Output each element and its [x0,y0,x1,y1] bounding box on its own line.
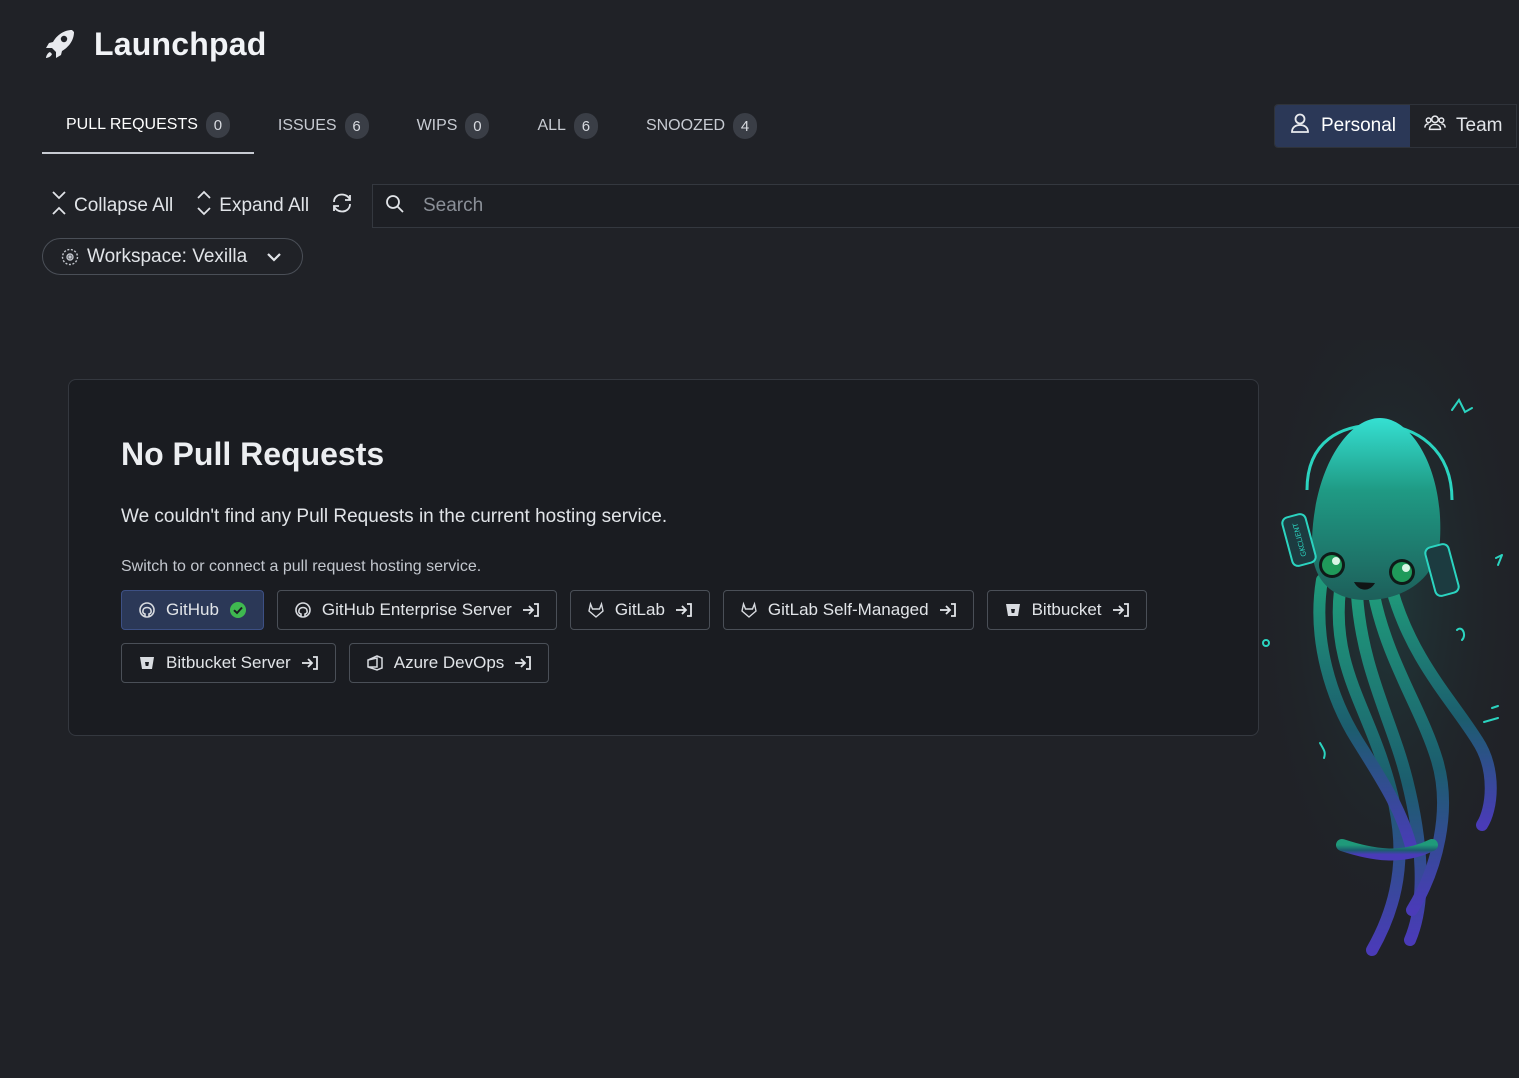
tab-label: ISSUES [277,117,337,134]
azure-devops-icon [366,654,384,672]
tab-label: ALL [537,117,566,134]
provider-azure-devops-button[interactable]: Azure DevOps [348,643,550,683]
team-label: Team [1456,115,1503,136]
view-toggle: Personal Team [1274,104,1518,148]
bitbucket-icon [138,654,156,672]
empty-state-card: No Pull Requests We couldn't find any Pu… [68,379,1259,736]
personal-label: Personal [1321,115,1396,136]
empty-state-title: No Pull Requests [121,436,385,472]
sign-in-icon [522,602,540,618]
collapse-icon [50,189,68,223]
collapse-all-button[interactable]: Collapse All [50,189,173,223]
toolbar: Collapse All Expand All [50,186,353,226]
provider-bitbucket-button[interactable]: Bitbucket [986,590,1147,630]
page-title: Launchpad [94,25,267,62]
sign-in-icon [1112,602,1130,618]
provider-gitlab-button[interactable]: GitLab [569,590,710,630]
workspace-selector[interactable]: Workspace: Vexilla [42,238,303,275]
provider-gitlab-self-managed-button[interactable]: GitLab Self-Managed [722,590,974,630]
provider-label: GitLab [614,600,665,619]
refresh-button[interactable] [331,192,353,220]
tab-count-badge: 6 [344,113,369,139]
chevron-down-icon [266,249,282,271]
expand-all-button[interactable]: Expand All [195,189,309,223]
provider-label: GitHub [166,600,219,619]
sign-in-icon [675,602,693,618]
search-input[interactable] [423,195,1323,217]
collapse-all-label: Collapse All [74,195,174,216]
provider-github-enterprise-button[interactable]: GitHub Enterprise Server [276,590,557,630]
provider-bitbucket-server-button[interactable]: Bitbucket Server [121,643,336,683]
tab-wips[interactable]: WIPS 0 [393,104,514,148]
launchpad-window: Launchpad PULL REQUESTS 0 ISSUES 6 WIPS … [0,0,1519,1078]
personal-button[interactable]: Personal [1275,105,1410,147]
provider-list: GitHub GitHub Enterprise Server GitLab G… [121,590,1181,683]
provider-label: GitHub Enterprise Server [321,600,512,619]
team-button[interactable]: Team [1410,105,1516,147]
workspace-icon [61,248,79,266]
tab-label: PULL REQUESTS [66,116,198,133]
bitbucket-icon [1004,601,1022,619]
provider-github-button[interactable]: GitHub [121,590,264,630]
tab-count-badge: 0 [205,112,230,138]
tab-bar: PULL REQUESTS 0 ISSUES 6 WIPS 0 ALL 6 SN… [42,104,781,154]
search-bar [372,184,1519,228]
tab-all[interactable]: ALL 6 [513,104,621,148]
header: Launchpad [42,24,266,64]
rocket-icon [42,26,78,62]
refresh-icon [331,192,353,220]
tab-snoozed[interactable]: SNOOZED 4 [622,104,781,148]
squid-mascot-illustration: GKCLIENT [1262,340,1519,980]
sign-in-icon [939,602,957,618]
provider-label: Bitbucket [1031,600,1102,619]
expand-all-label: Expand All [219,195,310,216]
tab-pull-requests[interactable]: PULL REQUESTS 0 [42,104,254,154]
workspace-label: Workspace: Vexilla [87,245,248,267]
tab-label: WIPS [416,117,458,134]
user-icon [1289,112,1311,140]
github-icon [294,601,312,619]
tab-count-badge: 6 [573,113,598,139]
provider-label: GitLab Self-Managed [767,600,929,619]
provider-label: Bitbucket Server [166,653,291,672]
empty-state-message: We couldn't find any Pull Requests in th… [121,506,668,527]
github-icon [138,601,156,619]
users-icon [1424,112,1446,140]
tab-label: SNOOZED [645,117,726,134]
empty-state-hint: Switch to or connect a pull request host… [121,558,482,575]
gitlab-icon [740,601,758,619]
gitlab-icon [587,601,605,619]
tab-issues[interactable]: ISSUES 6 [254,104,393,148]
check-circle-icon [229,601,247,619]
search-icon [385,194,405,219]
sign-in-icon [514,655,532,671]
tab-count-badge: 0 [465,113,490,139]
tab-count-badge: 4 [733,113,758,139]
sign-in-icon [301,655,319,671]
provider-label: Azure DevOps [393,653,505,672]
expand-icon [195,189,213,223]
